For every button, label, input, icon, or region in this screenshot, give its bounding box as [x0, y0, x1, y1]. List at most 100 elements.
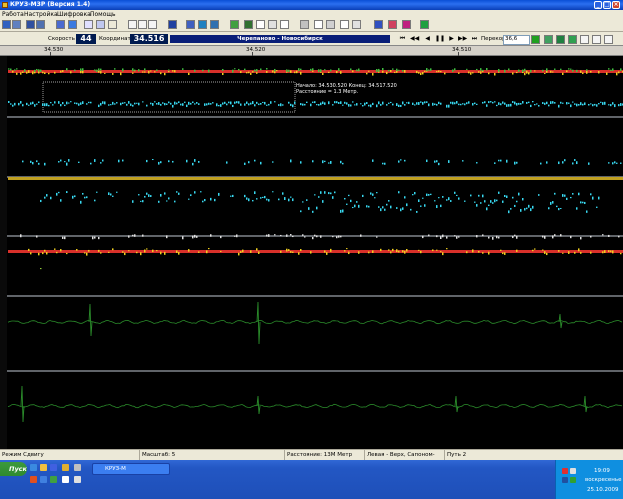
signal-dot: [488, 204, 490, 206]
prev-icon[interactable]: ◀: [423, 35, 432, 43]
tool-4-icon[interactable]: [36, 20, 45, 29]
tool-7-icon[interactable]: [84, 20, 93, 29]
folder-icon[interactable]: [62, 464, 69, 471]
signal-dot: [582, 201, 584, 204]
tray-4-icon[interactable]: [570, 477, 576, 483]
next-fast-icon[interactable]: ▶▶: [458, 35, 467, 43]
tool-11-icon[interactable]: [138, 20, 147, 29]
tool-3-icon[interactable]: [26, 20, 35, 29]
signal-dot: [572, 69, 574, 72]
tool-16-icon[interactable]: [210, 20, 219, 29]
tool-19-icon[interactable]: [256, 20, 265, 29]
tool-9-icon[interactable]: [108, 20, 117, 29]
signal-dot: [584, 201, 586, 205]
enter-icon[interactable]: [531, 35, 540, 44]
signal-dot: [194, 234, 196, 238]
ql-6-icon[interactable]: [30, 476, 37, 483]
start-button[interactable]: Пуск: [0, 462, 27, 476]
tool-21-icon[interactable]: [280, 20, 289, 29]
tool-18-icon[interactable]: [244, 20, 253, 29]
tray-3-icon[interactable]: [562, 477, 568, 483]
tool-8-icon[interactable]: [96, 20, 105, 29]
signal-dot: [612, 102, 614, 105]
signal-dot: [610, 104, 612, 107]
minimize-button[interactable]: _: [594, 1, 602, 9]
tool-22-icon[interactable]: [300, 20, 309, 29]
view-1-icon[interactable]: [544, 35, 553, 44]
prev-fast-icon[interactable]: ◀◀: [410, 35, 419, 43]
menu-settings[interactable]: Настройка: [24, 11, 58, 18]
tool-14-icon[interactable]: [186, 20, 195, 29]
tool-28-icon[interactable]: [388, 20, 397, 29]
signal-dot: [424, 101, 426, 104]
clock-day: воскресенье: [585, 477, 622, 483]
tool-2-icon[interactable]: [12, 20, 21, 29]
signal-dot: [552, 235, 554, 239]
tool-24-icon[interactable]: [326, 20, 335, 29]
tool-5-icon[interactable]: [56, 20, 65, 29]
signal-dot: [426, 193, 428, 197]
signal-dot: [142, 71, 144, 73]
signal-dot: [360, 103, 362, 105]
signal-dot: [534, 70, 536, 72]
tool-6-icon[interactable]: [68, 20, 77, 29]
signal-dot: [8, 68, 10, 70]
signal-dot: [40, 69, 42, 73]
view-2-icon[interactable]: [556, 35, 565, 44]
signal-dot: [178, 101, 180, 104]
signal-dot: [352, 70, 354, 73]
ql-8-icon[interactable]: [50, 476, 57, 483]
ie-icon[interactable]: [50, 464, 57, 471]
ql-7-icon[interactable]: [40, 476, 47, 483]
tool-1-icon[interactable]: [2, 20, 11, 29]
tool-13-icon[interactable]: [168, 20, 177, 29]
tool-23-icon[interactable]: [314, 20, 323, 29]
tool-10-icon[interactable]: [128, 20, 137, 29]
close-button[interactable]: ×: [612, 1, 620, 9]
app-icon[interactable]: [74, 464, 81, 471]
clock-time[interactable]: 19:09: [594, 468, 610, 474]
perekr-input[interactable]: 36,6: [503, 35, 530, 45]
signal-dot: [146, 104, 148, 107]
selection-line-2: Расстояние = 1.3 Метр.: [296, 89, 359, 95]
view-4-icon[interactable]: [580, 35, 589, 44]
tool-17-icon[interactable]: [230, 20, 239, 29]
tool-25-icon[interactable]: [340, 20, 349, 29]
view-5-icon[interactable]: [592, 35, 601, 44]
menu-encryption[interactable]: Шифровка: [57, 11, 91, 18]
tray-1-icon[interactable]: [562, 468, 568, 474]
signal-dot: [490, 101, 492, 103]
tool-20-icon[interactable]: [268, 20, 277, 29]
tool-29-icon[interactable]: [402, 20, 411, 29]
ql-9-icon[interactable]: [62, 476, 69, 483]
tool-30-icon[interactable]: [420, 20, 429, 29]
explorer-icon[interactable]: [40, 464, 47, 471]
signal-dot: [570, 68, 572, 70]
signal-dot: [448, 197, 450, 201]
signal-dot: [358, 204, 360, 208]
menu-work[interactable]: Работа: [2, 11, 24, 18]
last-icon[interactable]: ⏭: [470, 35, 479, 43]
tool-27-icon[interactable]: [374, 20, 383, 29]
signal-dot: [90, 162, 92, 165]
play-icon[interactable]: ▶: [447, 35, 456, 43]
view-3-icon[interactable]: [568, 35, 577, 44]
signal-dot: [280, 250, 282, 253]
taskbar-task-kruz[interactable]: КРУЗ-М: [92, 463, 170, 475]
tool-26-icon[interactable]: [352, 20, 361, 29]
menu-help[interactable]: Помощь: [90, 11, 116, 18]
signal-dot: [604, 101, 606, 105]
ql-10-icon[interactable]: [74, 476, 81, 483]
pause-icon[interactable]: ❚❚: [435, 35, 445, 43]
first-icon[interactable]: ⏮: [398, 35, 407, 43]
tray-2-icon[interactable]: [570, 468, 576, 474]
tool-15-icon[interactable]: [198, 20, 207, 29]
maximize-button[interactable]: □: [603, 1, 611, 9]
signal-dot: [250, 250, 252, 253]
signal-dot: [232, 194, 234, 198]
signal-dot: [550, 201, 552, 205]
desktop-icon[interactable]: [30, 464, 37, 471]
tool-12-icon[interactable]: [148, 20, 157, 29]
view-6-icon[interactable]: [604, 35, 613, 44]
signal-plot-area[interactable]: Начало: 34.530.520 Конец: 34.517.520 Рас…: [0, 56, 623, 449]
